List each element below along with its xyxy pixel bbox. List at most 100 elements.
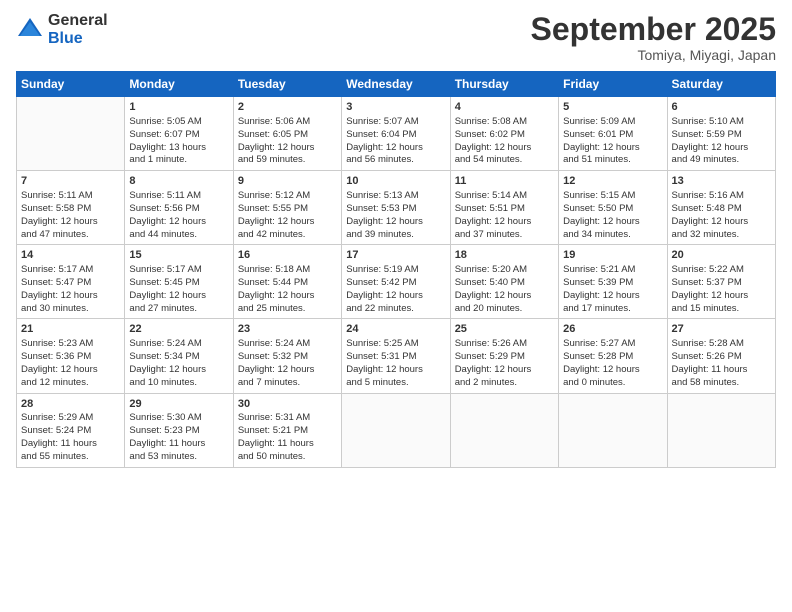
page: General Blue September 2025 Tomiya, Miya… <box>0 0 792 612</box>
day-info-line: and 50 minutes. <box>238 451 337 464</box>
day-info-line: Daylight: 12 hours <box>672 216 771 229</box>
calendar-cell: 1Sunrise: 5:05 AMSunset: 6:07 PMDaylight… <box>125 97 233 171</box>
calendar-cell: 26Sunrise: 5:27 AMSunset: 5:28 PMDayligh… <box>559 319 667 393</box>
day-info-line: Sunset: 5:29 PM <box>455 351 554 364</box>
day-info-line: Sunrise: 5:11 AM <box>21 190 120 203</box>
col-header-friday: Friday <box>559 72 667 97</box>
day-info-line: Daylight: 12 hours <box>129 290 228 303</box>
calendar-cell: 25Sunrise: 5:26 AMSunset: 5:29 PMDayligh… <box>450 319 558 393</box>
day-info-line: Daylight: 12 hours <box>672 142 771 155</box>
day-info-line: and 12 minutes. <box>21 377 120 390</box>
day-number: 19 <box>563 248 662 263</box>
day-info-line: Sunset: 5:47 PM <box>21 277 120 290</box>
day-info-line: Sunset: 5:37 PM <box>672 277 771 290</box>
day-info-line: and 30 minutes. <box>21 303 120 316</box>
day-info-line: Sunrise: 5:12 AM <box>238 190 337 203</box>
day-info-line: and 15 minutes. <box>672 303 771 316</box>
calendar-cell: 12Sunrise: 5:15 AMSunset: 5:50 PMDayligh… <box>559 171 667 245</box>
calendar-cell: 3Sunrise: 5:07 AMSunset: 6:04 PMDaylight… <box>342 97 450 171</box>
day-number: 7 <box>21 174 120 189</box>
day-info-line: and 7 minutes. <box>238 377 337 390</box>
day-info-line: Sunset: 5:23 PM <box>129 425 228 438</box>
day-info-line: Sunset: 5:44 PM <box>238 277 337 290</box>
day-info-line: Sunrise: 5:19 AM <box>346 264 445 277</box>
day-info-line: Sunrise: 5:09 AM <box>563 116 662 129</box>
day-info-line: Sunrise: 5:21 AM <box>563 264 662 277</box>
day-number: 5 <box>563 100 662 115</box>
day-info-line: and 53 minutes. <box>129 451 228 464</box>
day-info-line: Sunset: 6:01 PM <box>563 129 662 142</box>
day-number: 8 <box>129 174 228 189</box>
day-info-line: and 34 minutes. <box>563 229 662 242</box>
day-info-line: and 20 minutes. <box>455 303 554 316</box>
day-info-line: Sunset: 5:56 PM <box>129 203 228 216</box>
day-number: 18 <box>455 248 554 263</box>
day-info-line: Sunrise: 5:20 AM <box>455 264 554 277</box>
day-info-line: Sunset: 5:40 PM <box>455 277 554 290</box>
day-info-line: Sunrise: 5:29 AM <box>21 412 120 425</box>
calendar-cell: 23Sunrise: 5:24 AMSunset: 5:32 PMDayligh… <box>233 319 341 393</box>
day-info-line: Daylight: 12 hours <box>563 216 662 229</box>
day-number: 22 <box>129 322 228 337</box>
day-info-line: Sunset: 5:50 PM <box>563 203 662 216</box>
calendar-cell <box>17 97 125 171</box>
day-info-line: Sunset: 5:36 PM <box>21 351 120 364</box>
day-info-line: Daylight: 12 hours <box>455 216 554 229</box>
day-info-line: Sunrise: 5:25 AM <box>346 338 445 351</box>
day-info-line: Sunset: 5:51 PM <box>455 203 554 216</box>
calendar-cell: 6Sunrise: 5:10 AMSunset: 5:59 PMDaylight… <box>667 97 775 171</box>
day-info-line: Sunrise: 5:22 AM <box>672 264 771 277</box>
calendar-body: 1Sunrise: 5:05 AMSunset: 6:07 PMDaylight… <box>17 97 776 467</box>
day-info-line: Sunset: 5:53 PM <box>346 203 445 216</box>
calendar-table: SundayMondayTuesdayWednesdayThursdayFrid… <box>16 71 776 467</box>
col-header-thursday: Thursday <box>450 72 558 97</box>
day-info-line: Sunset: 5:42 PM <box>346 277 445 290</box>
day-info-line: Daylight: 12 hours <box>563 364 662 377</box>
calendar-cell <box>342 393 450 467</box>
day-info-line: Sunset: 6:07 PM <box>129 129 228 142</box>
day-info-line: Sunrise: 5:13 AM <box>346 190 445 203</box>
day-info-line: Daylight: 12 hours <box>129 364 228 377</box>
day-info-line: Sunset: 5:59 PM <box>672 129 771 142</box>
calendar-week-row: 1Sunrise: 5:05 AMSunset: 6:07 PMDaylight… <box>17 97 776 171</box>
day-info-line: and 42 minutes. <box>238 229 337 242</box>
calendar-header-row: SundayMondayTuesdayWednesdayThursdayFrid… <box>17 72 776 97</box>
logo-general: General <box>48 12 108 29</box>
day-info-line: Daylight: 12 hours <box>455 290 554 303</box>
day-info-line: and 47 minutes. <box>21 229 120 242</box>
day-info-line: Daylight: 12 hours <box>455 142 554 155</box>
header: General Blue September 2025 Tomiya, Miya… <box>16 12 776 63</box>
day-number: 14 <box>21 248 120 263</box>
day-info-line: Sunrise: 5:11 AM <box>129 190 228 203</box>
calendar-cell: 15Sunrise: 5:17 AMSunset: 5:45 PMDayligh… <box>125 245 233 319</box>
calendar-cell: 29Sunrise: 5:30 AMSunset: 5:23 PMDayligh… <box>125 393 233 467</box>
day-info-line: Sunrise: 5:18 AM <box>238 264 337 277</box>
day-info-line: Sunset: 5:21 PM <box>238 425 337 438</box>
day-info-line: Sunset: 5:58 PM <box>21 203 120 216</box>
col-header-saturday: Saturday <box>667 72 775 97</box>
day-info-line: and 25 minutes. <box>238 303 337 316</box>
day-info-line: Daylight: 12 hours <box>563 290 662 303</box>
day-info-line: Daylight: 12 hours <box>346 216 445 229</box>
calendar-cell: 21Sunrise: 5:23 AMSunset: 5:36 PMDayligh… <box>17 319 125 393</box>
day-info-line: Sunset: 6:05 PM <box>238 129 337 142</box>
day-info-line: and 55 minutes. <box>21 451 120 464</box>
day-info-line: Daylight: 12 hours <box>238 216 337 229</box>
month-title: September 2025 <box>531 12 776 47</box>
day-info-line: Daylight: 12 hours <box>563 142 662 155</box>
day-info-line: Sunrise: 5:05 AM <box>129 116 228 129</box>
calendar-cell: 9Sunrise: 5:12 AMSunset: 5:55 PMDaylight… <box>233 171 341 245</box>
day-info-line: Sunrise: 5:27 AM <box>563 338 662 351</box>
day-number: 9 <box>238 174 337 189</box>
location: Tomiya, Miyagi, Japan <box>531 47 776 63</box>
day-info-line: Daylight: 12 hours <box>346 290 445 303</box>
calendar-cell <box>559 393 667 467</box>
day-info-line: Sunset: 5:24 PM <box>21 425 120 438</box>
day-info-line: Sunset: 5:34 PM <box>129 351 228 364</box>
calendar-week-row: 21Sunrise: 5:23 AMSunset: 5:36 PMDayligh… <box>17 319 776 393</box>
day-info-line: Sunset: 6:04 PM <box>346 129 445 142</box>
day-number: 13 <box>672 174 771 189</box>
calendar-cell: 2Sunrise: 5:06 AMSunset: 6:05 PMDaylight… <box>233 97 341 171</box>
day-info-line: Sunrise: 5:26 AM <box>455 338 554 351</box>
day-info-line: and 5 minutes. <box>346 377 445 390</box>
